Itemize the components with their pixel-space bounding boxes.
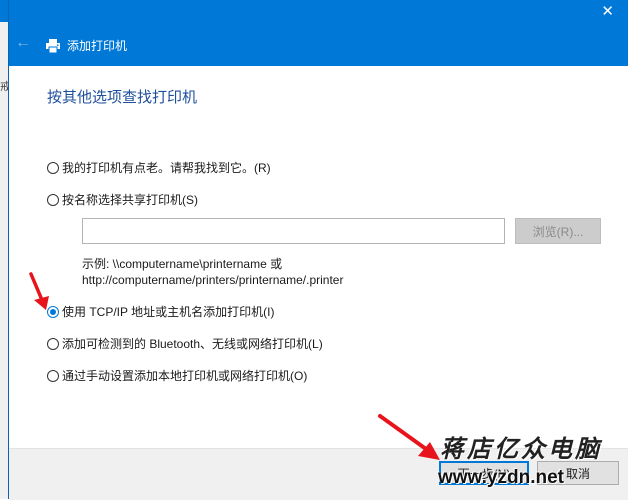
option-tcp-ip[interactable]: 使用 TCP/IP 地址或主机名添加打印机(I) bbox=[47, 303, 274, 321]
radio-local-manual[interactable] bbox=[47, 370, 59, 382]
background-window bbox=[0, 0, 8, 499]
add-printer-dialog: ✕ ← 添加打印机 按其他选项查找打印机 我的打印机有点老。请帮我找到它。(R)… bbox=[8, 0, 628, 500]
browse-button[interactable]: 浏览(R)... bbox=[515, 218, 601, 244]
nav-bar: ← 添加打印机 bbox=[9, 26, 628, 66]
watermark-url: www.yzdn.net bbox=[438, 467, 564, 488]
watermark-name: 蒋店亿众电脑 bbox=[440, 436, 602, 463]
example-text: 示例: \\computername\printername 或 http://… bbox=[82, 256, 343, 288]
example-line-1: 示例: \\computername\printername 或 bbox=[82, 257, 283, 271]
option-local-manual[interactable]: 通过手动设置添加本地打印机或网络打印机(O) bbox=[47, 367, 307, 385]
printer-icon bbox=[46, 39, 60, 54]
radio-shared-printer[interactable] bbox=[47, 194, 59, 206]
close-icon[interactable]: ✕ bbox=[601, 4, 614, 19]
radio-bluetooth-wireless[interactable] bbox=[47, 338, 59, 350]
option-label: 按名称选择共享打印机(S) bbox=[62, 193, 198, 207]
example-line-2: http://computername/printers/printername… bbox=[82, 273, 344, 287]
title-bar: ✕ bbox=[9, 0, 628, 26]
option-bluetooth-wireless[interactable]: 添加可检测到的 Bluetooth、无线或网络打印机(L) bbox=[47, 335, 323, 353]
option-label: 我的打印机有点老。请帮我找到它。(R) bbox=[62, 161, 271, 175]
back-arrow-icon[interactable]: ← bbox=[15, 35, 31, 51]
background-window-titlebar bbox=[0, 0, 8, 22]
page-heading: 按其他选项查找打印机 bbox=[47, 89, 198, 106]
option-label: 添加可检测到的 Bluetooth、无线或网络打印机(L) bbox=[62, 337, 323, 351]
option-old-printer[interactable]: 我的打印机有点老。请帮我找到它。(R) bbox=[47, 159, 271, 177]
option-label: 使用 TCP/IP 地址或主机名添加打印机(I) bbox=[62, 305, 275, 319]
annotation-arrow-icon bbox=[29, 272, 49, 310]
printer-name-input[interactable] bbox=[82, 218, 505, 244]
option-label: 通过手动设置添加本地打印机或网络打印机(O) bbox=[62, 369, 308, 383]
option-shared-printer[interactable]: 按名称选择共享打印机(S) bbox=[47, 191, 198, 209]
radio-old-printer[interactable] bbox=[47, 162, 59, 174]
annotation-arrow-icon bbox=[378, 414, 440, 460]
nav-title: 添加打印机 bbox=[67, 39, 128, 53]
